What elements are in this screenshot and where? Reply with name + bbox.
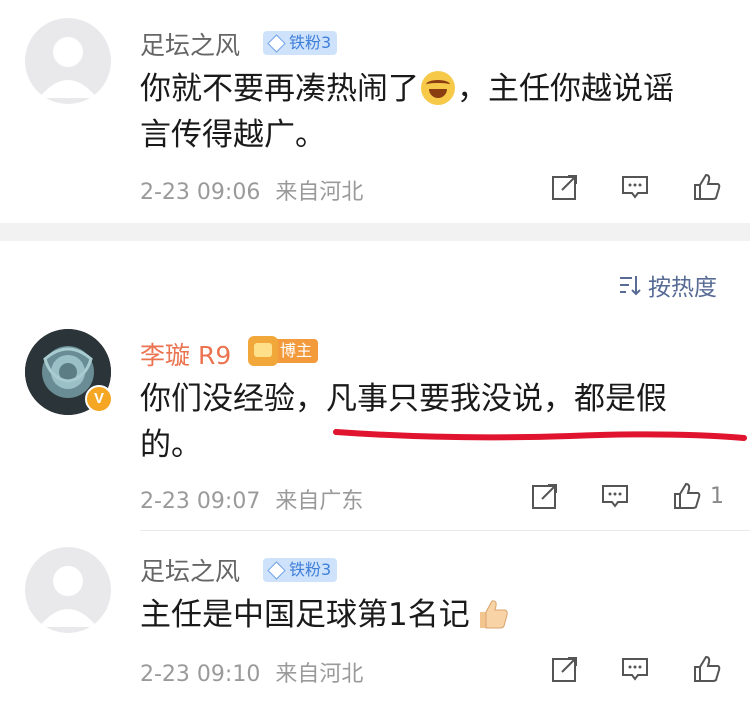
avatar[interactable] [25, 547, 111, 633]
like-icon[interactable] [692, 654, 722, 684]
username[interactable]: 足坛之风 [140, 26, 240, 62]
like-icon[interactable] [672, 481, 702, 511]
like-icon[interactable] [692, 172, 722, 202]
comment-meta: 2-23 09:06 来自河北 [140, 174, 363, 206]
blogger-badge[interactable]: 博主 [248, 336, 319, 366]
comment-actions [550, 172, 730, 202]
avatar[interactable] [25, 18, 111, 104]
section-separator [0, 223, 750, 241]
sort-by-hot-button[interactable]: 按热度 [618, 268, 717, 302]
comment-text: 你就不要再凑热闹了 ，主任你越说谣言传得越广。 [140, 71, 674, 153]
share-icon[interactable] [530, 481, 560, 511]
comment-text: 主任是中国足球第1名记 [140, 592, 700, 638]
comment-1: 足坛之风 铁粉3 你就不要再凑热闹了 ，主任你越说谣言传得越广。 2-23 09:… [0, 0, 750, 223]
location: 来自河北 [275, 662, 364, 687]
fan-badge[interactable]: 铁粉3 [263, 558, 338, 582]
comment-meta: 2-23 09:07 来自广东 [140, 483, 363, 515]
comment-meta: 2-23 09:10 来自河北 [140, 656, 363, 688]
crown-icon [248, 336, 278, 366]
diamond-icon [267, 560, 286, 580]
laughing-tears-emoji [421, 71, 455, 105]
blogger-badge-label: 博主 [274, 339, 319, 363]
comment-text: 你们没经验，凡事只要我没说，都是假的。 [140, 381, 667, 463]
share-icon[interactable] [550, 172, 580, 202]
comment-actions [550, 654, 730, 684]
timestamp: 2-23 09:07 [140, 489, 261, 514]
location: 来自河北 [275, 180, 364, 205]
thumbs-up-emoji [479, 600, 508, 629]
comment-actions: 1 [530, 481, 724, 511]
sort-icon [620, 276, 641, 296]
sort-label: 按热度 [648, 275, 717, 301]
like-count: 1 [710, 483, 724, 509]
diamond-icon [267, 33, 286, 53]
share-icon[interactable] [550, 654, 580, 684]
comment-icon[interactable] [620, 172, 650, 202]
timestamp: 2-23 09:10 [140, 662, 261, 687]
avatar[interactable]: V [25, 329, 113, 415]
fan-badge-label: 铁粉3 [289, 33, 332, 52]
comment-icon[interactable] [600, 481, 630, 511]
location: 来自广东 [275, 489, 364, 514]
timestamp: 2-23 09:06 [140, 180, 261, 205]
verified-icon: V [85, 385, 113, 413]
fan-badge[interactable]: 铁粉3 [263, 31, 338, 55]
username[interactable]: 李璇 R9 [140, 336, 231, 372]
comment-3: 足坛之风 铁粉3 主任是中国足球第1名记 2-23 09:10 来自河北 [0, 531, 750, 716]
username[interactable]: 足坛之风 [140, 552, 240, 588]
fan-badge-label: 铁粉3 [289, 560, 332, 579]
comment-2: V 李璇 R9 博主 你们没经验，凡事只要我没说，都是假的。 2-23 09:0… [0, 320, 750, 530]
comment-icon[interactable] [620, 654, 650, 684]
